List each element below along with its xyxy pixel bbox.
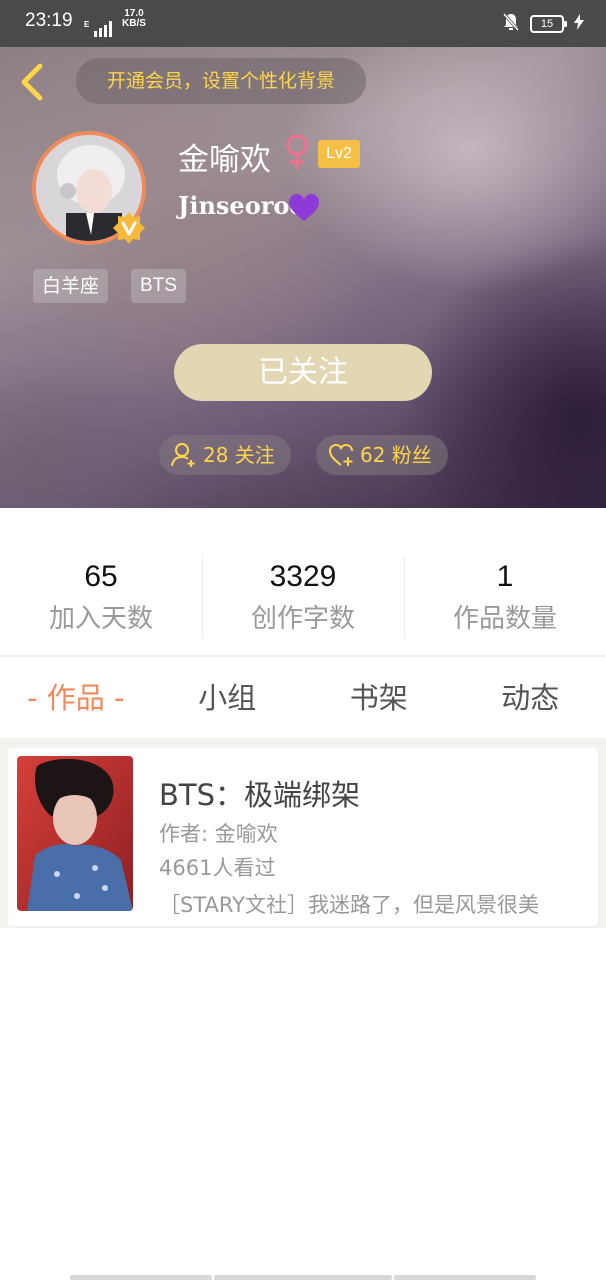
- network-speed: 17.0 KB/S: [122, 8, 146, 29]
- tab-works[interactable]: - 作品 -: [0, 662, 152, 736]
- tab-groups[interactable]: 小组: [152, 662, 304, 736]
- tag-interest: BTS: [131, 269, 186, 303]
- fans-button[interactable]: 62 粉丝: [316, 435, 448, 475]
- back-button[interactable]: [16, 62, 50, 102]
- list-item[interactable]: BTS：极端绑架 作者: 金喻欢 4661人看过 ［STARY文社］我迷路了，但…: [8, 748, 598, 926]
- work-views: 4661人看过: [159, 856, 276, 880]
- battery-icon: 15: [530, 15, 567, 33]
- level-badge: Lv2: [318, 140, 360, 168]
- verified-v-icon: [113, 212, 145, 244]
- work-cover-image: [17, 756, 133, 911]
- divider: [0, 655, 606, 657]
- heart-plus-icon: [328, 443, 353, 466]
- tab-bookshelf[interactable]: 书架: [303, 662, 455, 736]
- chevron-left-icon: [21, 63, 43, 101]
- user-add-icon: [171, 443, 195, 467]
- tag-zodiac: 白羊座: [33, 269, 109, 303]
- signal-icon: E: [84, 19, 118, 43]
- profile-stats: 65 加入天数 3329 创作字数 1 作品数量: [0, 548, 606, 648]
- stat-days-joined: 65 加入天数: [48, 560, 153, 634]
- signature: Jinseoroe: [178, 191, 305, 220]
- work-description: ［STARY文社］我迷路了，但是风景很美: [159, 893, 539, 917]
- following-button[interactable]: 28 关注: [159, 435, 291, 475]
- work-author: 作者: 金喻欢: [159, 822, 278, 846]
- follow-button[interactable]: 已关注: [174, 344, 432, 401]
- female-icon: [286, 134, 308, 169]
- nav-bar-segment: [70, 1275, 212, 1280]
- fans-count: 62 粉丝: [360, 443, 432, 467]
- mute-bell-icon: [502, 12, 520, 36]
- username: 金喻欢: [178, 142, 271, 178]
- status-bar: 23:19 E 17.0 KB/S 15: [0, 0, 606, 47]
- charging-icon: [574, 14, 584, 34]
- following-count: 28 关注: [203, 443, 275, 467]
- tab-activity[interactable]: 动态: [455, 662, 606, 736]
- profile-header: 23:19 E 17.0 KB/S 15 开通会员，设置个性化背景 金喻欢 Lv…: [0, 0, 606, 508]
- stat-works-count: 1 作品数量: [404, 548, 606, 648]
- profile-tabs: - 作品 - 小组 书架 动态: [0, 662, 606, 736]
- work-title: BTS：极端绑架: [159, 778, 361, 812]
- stat-word-count: 3329 创作字数: [202, 548, 404, 648]
- svg-text:E: E: [84, 20, 90, 29]
- status-time: 23:19: [25, 10, 73, 31]
- nav-bar-segment: [394, 1275, 536, 1280]
- nav-bar-segment: [214, 1275, 392, 1280]
- purple-heart-icon: [289, 194, 319, 221]
- vip-background-button[interactable]: 开通会员，设置个性化背景: [76, 58, 366, 104]
